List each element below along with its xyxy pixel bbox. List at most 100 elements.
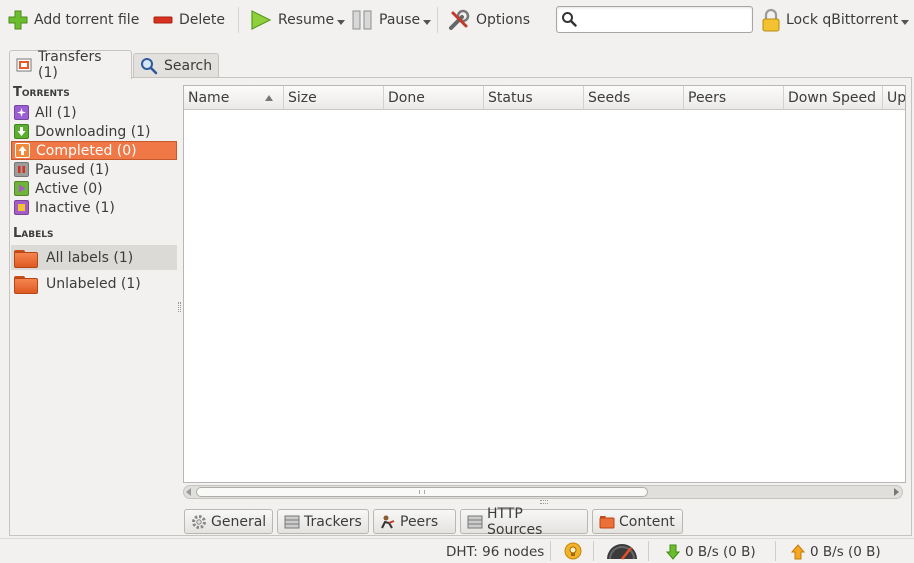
search-icon	[140, 57, 158, 75]
add-torrent-button[interactable]: Add torrent file	[8, 5, 139, 35]
tab-general-label: General	[211, 513, 267, 530]
search-icon	[561, 11, 577, 31]
filter-paused[interactable]: Paused (1)	[11, 160, 177, 179]
horizontal-scrollbar[interactable]	[183, 485, 903, 499]
folder-icon	[14, 248, 38, 268]
upload-arrow-icon	[790, 544, 806, 560]
labels-heading: Labels	[13, 226, 54, 241]
tab-peers[interactable]: Peers	[373, 509, 456, 534]
filter-label: All (1)	[35, 104, 77, 121]
lock-button[interactable]: Lock qBittorrent	[762, 5, 910, 35]
tab-search[interactable]: Search	[133, 53, 219, 78]
tab-http-sources[interactable]: HTTP Sources	[460, 506, 588, 538]
column-header-name[interactable]: Name	[184, 86, 284, 110]
statusbar-separator	[550, 541, 551, 561]
column-header-done[interactable]: Done	[384, 86, 484, 110]
pause-icon	[14, 162, 29, 177]
resume-button[interactable]: Resume	[250, 5, 346, 35]
tab-peers-label: Peers	[400, 513, 439, 530]
splitter-handle[interactable]	[540, 500, 548, 504]
column-header-size[interactable]: Size	[284, 86, 384, 110]
upload-speed-label: 0 B/s (0 B)	[810, 544, 881, 560]
chevron-down-icon	[337, 19, 346, 25]
tab-trackers[interactable]: Trackers	[277, 509, 369, 534]
filter-completed[interactable]: Completed (0)	[11, 141, 177, 160]
filter-downloading[interactable]: Downloading (1)	[11, 122, 177, 141]
splitter-handle[interactable]	[178, 302, 181, 312]
folder-icon	[599, 515, 615, 529]
download-arrow-icon	[665, 544, 681, 560]
torrent-table[interactable]: Name Size Done Status Seeds Peers Down S…	[183, 85, 906, 483]
search-field[interactable]	[556, 6, 753, 33]
grip-icon	[419, 490, 425, 494]
tab-transfers-label: Transfers (1)	[38, 49, 102, 81]
statusbar-separator	[775, 541, 776, 561]
all-icon	[14, 105, 29, 120]
label-item-label: All labels (1)	[46, 249, 134, 266]
add-torrent-label: Add torrent file	[34, 12, 140, 28]
label-item-label: Unlabeled (1)	[46, 275, 141, 292]
pause-label: Pause	[379, 12, 421, 28]
options-button[interactable]: Options	[448, 5, 530, 35]
pause-button[interactable]: Pause	[351, 5, 432, 35]
filter-label: Inactive (1)	[35, 199, 115, 216]
scroll-left-icon[interactable]	[186, 488, 191, 496]
chevron-down-icon	[901, 19, 910, 25]
download-speed: 0 B/s (0 B)	[665, 541, 756, 563]
upload-speed: 0 B/s (0 B)	[790, 541, 881, 563]
minus-icon	[153, 10, 173, 30]
scrollbar-thumb[interactable]	[196, 487, 648, 497]
filter-all[interactable]: All (1)	[11, 103, 177, 122]
upload-arrow-icon	[15, 143, 30, 158]
server-icon	[467, 514, 483, 530]
play-icon	[14, 181, 29, 196]
column-header-down-speed[interactable]: Down Speed	[784, 86, 883, 110]
gear-icon	[191, 514, 207, 530]
column-header-seeds[interactable]: Seeds	[584, 86, 684, 110]
search-input[interactable]	[583, 7, 748, 32]
sort-ascending-icon	[265, 95, 273, 101]
filter-label: Completed (0)	[36, 142, 137, 159]
tab-transfers[interactable]: Transfers (1)	[9, 49, 132, 81]
toolbar-separator	[437, 7, 438, 33]
label-unlabeled[interactable]: Unlabeled (1)	[11, 271, 177, 296]
options-label: Options	[476, 12, 531, 28]
scroll-right-icon[interactable]	[894, 488, 899, 496]
dht-status: DHT: 96 nodes	[446, 544, 545, 560]
transfers-icon	[16, 57, 32, 73]
filter-label: Paused (1)	[35, 161, 110, 178]
column-header-status[interactable]: Status	[484, 86, 584, 110]
lock-label: Lock qBittorrent	[786, 12, 899, 28]
pause-icon	[351, 9, 373, 31]
resume-label: Resume	[278, 12, 335, 28]
filter-label: Active (0)	[35, 180, 103, 197]
label-all[interactable]: All labels (1)	[11, 245, 177, 270]
folder-icon	[14, 274, 38, 294]
tab-content[interactable]: Content	[592, 509, 683, 534]
tab-content-label: Content	[619, 513, 675, 530]
statusbar-divider	[0, 538, 914, 539]
chevron-down-icon	[423, 19, 432, 25]
lock-icon	[762, 8, 780, 32]
speed-limit-icon[interactable]	[605, 542, 639, 563]
statusbar-separator	[648, 541, 649, 561]
column-header-up-speed[interactable]: Up	[883, 86, 905, 110]
plus-icon	[8, 10, 28, 30]
filter-label: Downloading (1)	[35, 123, 151, 140]
filter-inactive[interactable]: Inactive (1)	[11, 198, 177, 217]
delete-label: Delete	[179, 12, 225, 28]
tab-general[interactable]: General	[184, 509, 273, 534]
stop-icon	[14, 200, 29, 215]
statusbar-separator	[593, 541, 594, 561]
peers-icon	[380, 514, 396, 530]
column-header-peers[interactable]: Peers	[684, 86, 784, 110]
delete-button[interactable]: Delete	[153, 5, 225, 35]
tools-icon	[448, 9, 470, 31]
tab-trackers-label: Trackers	[304, 513, 362, 530]
torrents-heading: Torrents	[13, 85, 70, 100]
play-icon	[250, 9, 272, 31]
filter-active[interactable]: Active (0)	[11, 179, 177, 198]
server-icon	[284, 514, 300, 530]
connection-status-icon[interactable]	[564, 542, 582, 563]
tab-http-sources-label: HTTP Sources	[487, 505, 543, 538]
